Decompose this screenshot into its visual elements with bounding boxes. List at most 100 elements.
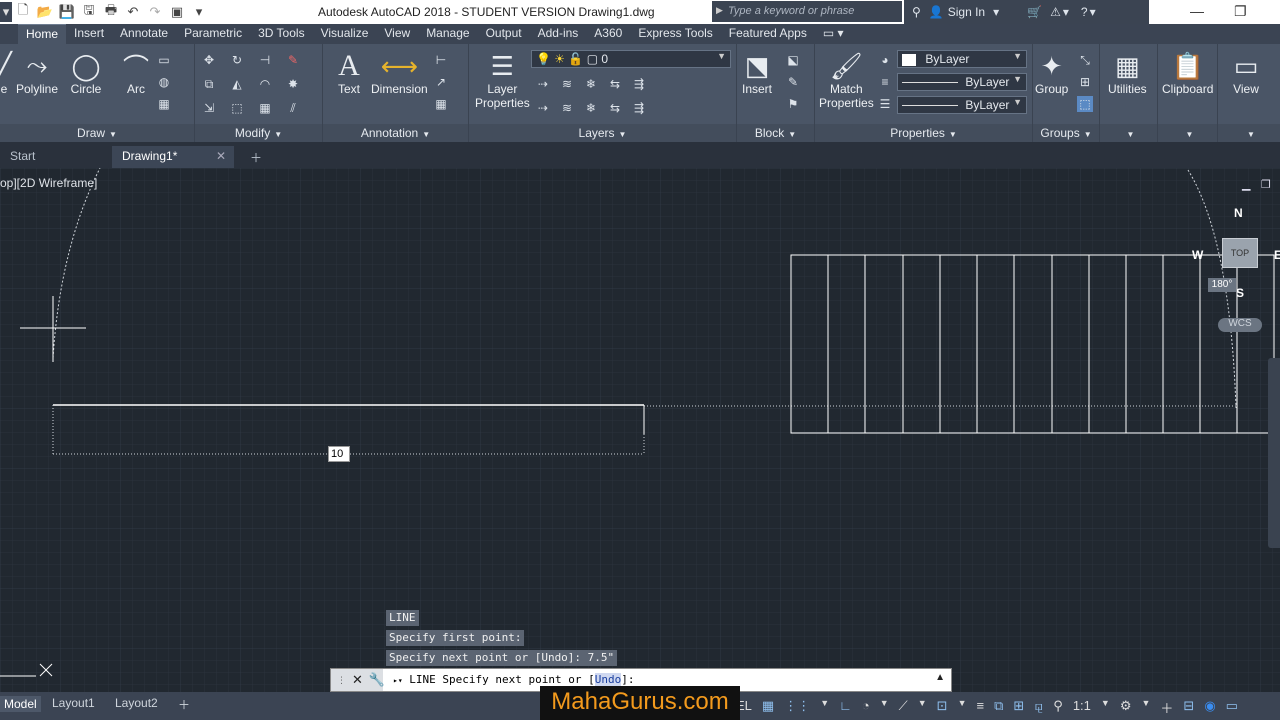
osnap-icon[interactable]: ⊡ (937, 698, 948, 717)
groups-panel-title[interactable]: Groups ▼ (1033, 124, 1099, 142)
rotate-icon[interactable]: ↻ (229, 52, 245, 68)
layer-match-icon[interactable]: ⇶ (631, 76, 647, 92)
layer-current-icon[interactable]: ⇢ (535, 100, 551, 116)
mirror-icon[interactable]: ◭ (229, 76, 245, 92)
tab-featured-apps[interactable]: Featured Apps (721, 24, 815, 44)
text-button[interactable]: A Text (333, 49, 365, 96)
dynamic-input-field[interactable]: 10 (328, 446, 350, 462)
drawing-viewport[interactable]: op][2D Wireframe] ▁ ❐ 10 N W E S TOP 180… (0, 168, 1280, 692)
ortho-icon[interactable]: ∟ (839, 698, 852, 717)
polyline-button[interactable]: ⤳ Polyline (16, 50, 58, 96)
minimize-icon[interactable]: — (1190, 3, 1204, 19)
binoculars-icon[interactable]: ⚲ (912, 5, 921, 19)
trim-icon[interactable]: ⊣ (257, 52, 273, 68)
redo-icon[interactable]: ↷ (144, 2, 166, 22)
scale-icon[interactable]: ⬚ (229, 100, 245, 116)
navigation-bar[interactable] (1268, 358, 1280, 548)
exchange-icon[interactable]: ⚠ (1050, 5, 1061, 19)
viewport-maximize-icon[interactable]: ❐ (1261, 178, 1271, 191)
undo-option-link[interactable]: Undo (594, 673, 622, 686)
polar-dropdown-icon[interactable]: ▼ (880, 698, 889, 717)
edit-block-icon[interactable]: ✎ (785, 74, 801, 90)
grip-icon[interactable]: ⋮ (337, 675, 346, 686)
snap-dropdown-icon[interactable]: ▼ (820, 698, 829, 717)
viewport-minimize-icon[interactable]: ▁ (1242, 178, 1250, 191)
color-dropdown[interactable]: ByLayer ▼ (897, 50, 1027, 68)
layer-properties-button[interactable]: ☰ Layer Properties (475, 50, 530, 111)
new-file-icon[interactable]: 🗋 (12, 2, 34, 22)
erase-icon[interactable]: ✎ (285, 52, 301, 68)
group-select-icon[interactable]: ⬚ (1077, 96, 1093, 112)
array-icon[interactable]: ▦ (257, 100, 273, 116)
layer-unlock-icon[interactable]: ⇆ (607, 100, 623, 116)
viewcube-west[interactable]: W (1192, 248, 1203, 262)
plot-icon[interactable]: 🖶 (100, 2, 122, 22)
group-edit-icon[interactable]: ⊞ (1077, 74, 1093, 90)
customize-wrench-icon[interactable]: 🔧 (369, 672, 385, 688)
viewcube-north[interactable]: N (1234, 206, 1243, 220)
lineweight-toggle-icon[interactable]: ≡ (977, 698, 985, 717)
viewcube-top-face[interactable]: TOP (1222, 238, 1258, 268)
layer-previous-icon[interactable]: ⇶ (631, 100, 647, 116)
layer-thaw-icon[interactable]: ❄ (583, 100, 599, 116)
linetype-dropdown[interactable]: ByLayer ▼ (897, 73, 1027, 91)
utilities-button[interactable]: ▦ Utilities (1108, 50, 1147, 97)
attribute-icon[interactable]: ⚑ (785, 96, 801, 112)
annotation-visibility-icon[interactable]: ⚼ (1034, 698, 1043, 717)
sign-in-dropdown-icon[interactable]: ▾ (993, 5, 999, 19)
auto-scale-icon[interactable]: ⚲ (1053, 698, 1063, 717)
tab-visualize[interactable]: Visualize (313, 24, 377, 44)
sign-in-button[interactable]: Sign In (948, 5, 985, 19)
tab-insert[interactable]: Insert (66, 24, 112, 44)
grid-toggle-icon[interactable]: ▦ (762, 698, 774, 717)
tab-parametric[interactable]: Parametric (176, 24, 250, 44)
layout1-tab[interactable]: Layout1 (52, 696, 95, 710)
exchange-dropdown-icon[interactable]: ▾ (1063, 5, 1069, 19)
open-file-icon[interactable]: 📂 (34, 2, 56, 22)
workspace-dropdown-icon[interactable]: ▼ (1141, 698, 1150, 717)
copy-icon[interactable]: ⧉ (201, 76, 217, 92)
dimension-button[interactable]: ⟷ Dimension (371, 50, 428, 97)
search-input[interactable]: ▶ Type a keyword or phrase (712, 1, 902, 22)
save-icon[interactable]: 💾 (56, 2, 78, 22)
user-icon[interactable]: 👤 (929, 5, 944, 19)
tab-manage[interactable]: Manage (418, 24, 477, 44)
start-tab[interactable]: Start (0, 146, 45, 168)
wcs-menu[interactable]: WCS (1218, 318, 1262, 332)
line-button[interactable]: ╱ e (0, 50, 12, 97)
arc-button[interactable]: ⌒ Arc (120, 50, 152, 97)
modify-panel-title[interactable]: Modify ▼ (195, 124, 322, 142)
command-prompt[interactable]: ▸▾ LINE Specify next point or [Undo]: (393, 673, 634, 686)
view-dropdown[interactable]: ▼ (1218, 124, 1280, 142)
isodraft-icon[interactable]: ⟋ (899, 698, 908, 717)
clipboard-button[interactable]: 📋 Clipboard (1162, 50, 1213, 97)
selection-cycling-icon[interactable]: ⊞ (1013, 698, 1024, 717)
units-icon[interactable]: ⊟ (1183, 698, 1194, 717)
viewcube-east[interactable]: E (1274, 248, 1280, 262)
multileader-icon[interactable]: ↗ (433, 74, 449, 90)
close-command-icon[interactable]: ✕ (352, 672, 363, 688)
help-dropdown-icon[interactable]: ▾ (1090, 5, 1096, 19)
layers-panel-title[interactable]: Layers ▼ (469, 124, 736, 142)
transparency-icon[interactable]: ⧉ (994, 698, 1003, 717)
leader-icon[interactable]: ⊢ (433, 52, 449, 68)
workspace-gear-icon[interactable]: ⚙ (1120, 698, 1132, 717)
create-block-icon[interactable]: ⬕ (785, 52, 801, 68)
rectangle-icon[interactable]: ▭ (156, 52, 172, 68)
fillet-icon[interactable]: ◠ (257, 76, 273, 92)
layer-lock-icon[interactable]: ⇆ (607, 76, 623, 92)
new-tab-icon[interactable]: ＋ (240, 146, 272, 168)
clipboard-dropdown[interactable]: ▼ (1158, 124, 1217, 142)
stretch-icon[interactable]: ⇲ (201, 100, 217, 116)
tab-express-tools[interactable]: Express Tools (630, 24, 720, 44)
clean-screen-icon[interactable]: ▭ (1226, 698, 1238, 717)
tab-3d-tools[interactable]: 3D Tools (250, 24, 312, 44)
osnap-dropdown-icon[interactable]: ▼ (958, 698, 967, 717)
circle-button[interactable]: ◯ Circle (70, 50, 102, 97)
tab-home[interactable]: Home (18, 24, 67, 44)
match-properties-button[interactable]: 🖌 Match Properties (819, 50, 874, 111)
annotation-panel-title[interactable]: Annotation ▼ (323, 124, 468, 142)
block-panel-title[interactable]: Block ▼ (737, 124, 814, 142)
layout2-tab[interactable]: Layout2 (115, 696, 158, 710)
scale-dropdown-icon[interactable]: ▼ (1101, 698, 1110, 717)
